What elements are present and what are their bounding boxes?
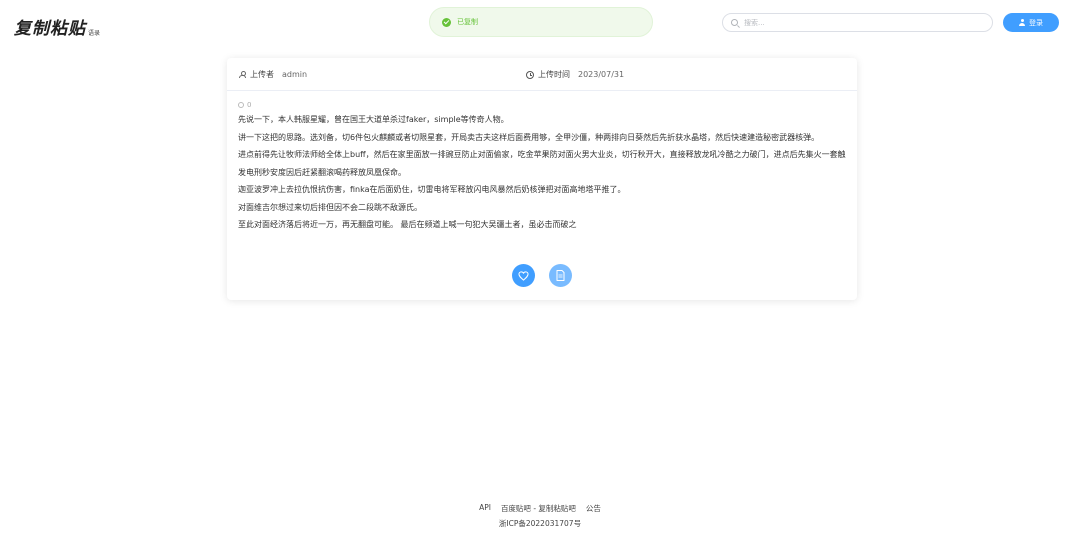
logo-subtitle: 语录: [88, 30, 101, 37]
logo-title: 复制粘贴: [14, 19, 86, 39]
post-paragraph: 先说一下，本人韩服星耀，曾在国王大道单杀过faker，simple等传奇人物。: [238, 115, 509, 124]
upload-time-info: 上传时间 2023/07/31: [526, 69, 624, 80]
document-icon: [556, 270, 565, 281]
clock-icon: [526, 70, 534, 79]
post-paragraph: 迦亚波罗冲上去拉仇恨抗伤害，finka在后面奶住，切雷电将军释放闪电风暴然后奶核…: [238, 185, 626, 194]
like-count-value: 0: [247, 101, 252, 109]
post-content: 先说一下，本人韩服星耀，曾在国王大道单杀过faker，simple等传奇人物。 …: [238, 111, 846, 234]
post-paragraph: 至此对面经济落后将近一万，再无翻盘可能。 最后在频道上喊一句犯大吴疆土者，虽必击…: [238, 220, 577, 229]
upload-time-label: 上传时间: [538, 70, 570, 79]
check-circle-icon: [442, 17, 451, 27]
post-body: 0 先说一下，本人韩服星耀，曾在国王大道单杀过faker，simple等传奇人物…: [227, 91, 857, 234]
search-box[interactable]: [722, 13, 993, 32]
footer-link-api[interactable]: API: [479, 503, 491, 514]
page: 复制粘贴 语录 已复制 登录 上传者 admin 上传时间 2023/07/31: [0, 0, 1080, 540]
post-paragraph: 对面维吉尔想过来切后排但因不会二段跳不敌源氏。: [238, 202, 422, 212]
post-card: 上传者 admin 上传时间 2023/07/31 0 先说一下，本人韩服星耀，…: [227, 58, 857, 300]
uploader-info: 上传者 admin: [239, 69, 307, 80]
toast-message: 已复制: [457, 18, 478, 26]
person-icon: [239, 70, 246, 79]
copy-button[interactable]: [549, 264, 572, 287]
search-icon: [731, 19, 738, 26]
user-icon: [1019, 19, 1025, 26]
site-logo[interactable]: 复制粘贴 语录: [14, 14, 100, 39]
upload-time-value: 2023/07/31: [578, 70, 625, 79]
like-button[interactable]: [512, 264, 535, 287]
post-actions: [227, 264, 857, 287]
footer-link-notice[interactable]: 公告: [586, 503, 601, 514]
post-meta: 上传者 admin 上传时间 2023/07/31: [227, 58, 857, 91]
footer-links: API 百度贴吧 - 复制粘贴吧 公告: [0, 503, 1080, 514]
login-label: 登录: [1029, 18, 1043, 27]
search-input[interactable]: [744, 18, 984, 27]
uploader-name: admin: [282, 70, 308, 79]
post-paragraph: 讲一下这把的思路。选刘备，切6件包火麒麟或者切限星套，开局卖古夫这样后面费用够，…: [238, 132, 820, 142]
like-count: 0: [238, 99, 846, 111]
heart-icon: [518, 270, 529, 281]
icp-record[interactable]: 浙ICP备2022031707号: [0, 518, 1080, 529]
copied-toast: 已复制: [429, 7, 653, 37]
post-paragraph: 进点前得先让牧师法师给全体上buff，然后在家里面放一排豌豆防止对面偷家，吃金苹…: [238, 150, 846, 177]
uploader-label: 上传者: [250, 70, 274, 79]
like-count-icon: [238, 102, 244, 108]
login-button[interactable]: 登录: [1003, 13, 1059, 32]
footer-link-tieba[interactable]: 百度贴吧 - 复制粘贴吧: [501, 503, 576, 514]
